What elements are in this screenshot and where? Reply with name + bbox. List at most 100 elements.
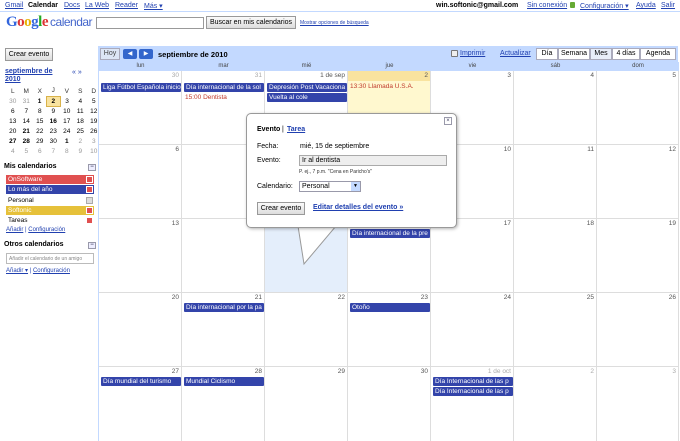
- event-chip[interactable]: Día internacional por la pa: [184, 303, 264, 312]
- calendar-options-icon[interactable]: [86, 176, 93, 183]
- nav-settings[interactable]: Configuración ▾: [580, 2, 629, 10]
- other-settings-link[interactable]: Configuración: [33, 268, 70, 274]
- mini-day[interactable]: 2: [74, 136, 88, 146]
- mini-day[interactable]: 5: [20, 146, 34, 156]
- mini-day[interactable]: 6: [6, 106, 20, 116]
- nav-help[interactable]: Ayuda: [636, 2, 656, 9]
- calendar-settings-link[interactable]: Configuración: [28, 227, 65, 233]
- event-chip[interactable]: Día internacional de la sol: [184, 83, 264, 92]
- mini-day[interactable]: 9: [47, 106, 61, 116]
- day-cell[interactable]: 11: [514, 145, 597, 218]
- day-number[interactable]: 5: [672, 72, 676, 79]
- mini-day[interactable]: 28: [20, 136, 34, 146]
- my-calendars-header[interactable]: Mis calendarios −: [4, 163, 96, 173]
- day-number[interactable]: 29: [338, 368, 345, 375]
- collapse-icon[interactable]: −: [88, 164, 96, 171]
- mini-day[interactable]: 31: [20, 96, 34, 106]
- day-number[interactable]: 28: [255, 368, 262, 375]
- day-cell[interactable]: 14: [182, 219, 265, 292]
- calendar-item-softonic[interactable]: Softonic: [6, 206, 94, 215]
- calendar-options-icon[interactable]: [86, 197, 93, 204]
- event-text[interactable]: 15:00 Dentista: [185, 94, 227, 101]
- close-icon[interactable]: ×: [444, 117, 452, 125]
- day-cell[interactable]: 2: [514, 367, 597, 441]
- add-other-link[interactable]: Añadir ▾: [6, 268, 28, 274]
- day-number[interactable]: 26: [669, 294, 676, 301]
- create-event-button[interactable]: Crear evento: [5, 48, 53, 61]
- mini-day[interactable]: 16: [47, 116, 61, 126]
- day-cell[interactable]: 25: [514, 293, 597, 366]
- calendar-select[interactable]: Personal ▼: [299, 181, 361, 192]
- mini-day[interactable]: 3: [60, 96, 74, 106]
- event-chip[interactable]: Día Internacional de las p: [433, 387, 513, 396]
- mini-day[interactable]: 18: [74, 116, 88, 126]
- add-calendar-link[interactable]: Añadir: [6, 227, 23, 233]
- day-cell[interactable]: 20: [99, 293, 182, 366]
- mini-day[interactable]: 29: [33, 136, 47, 146]
- mini-day[interactable]: 25: [74, 126, 88, 136]
- day-number[interactable]: 13: [172, 220, 179, 227]
- search-calendars-button[interactable]: Buscar en mis calendarios: [206, 16, 296, 29]
- tab-month[interactable]: Mes: [590, 48, 612, 60]
- mini-day[interactable]: 10: [60, 106, 74, 116]
- day-number[interactable]: 31: [255, 72, 262, 79]
- nav-offline[interactable]: Sin conexión: [527, 2, 567, 9]
- day-cell[interactable]: 6: [99, 145, 182, 218]
- day-number[interactable]: 18: [587, 220, 594, 227]
- day-number[interactable]: 2: [590, 368, 594, 375]
- event-chip[interactable]: Depresión Post Vacaciona: [267, 83, 347, 92]
- other-calendars-header[interactable]: Otros calendarios −: [4, 241, 96, 251]
- day-number[interactable]: 3: [672, 368, 676, 375]
- day-number[interactable]: 12: [669, 146, 676, 153]
- tab-day[interactable]: Día: [536, 48, 558, 60]
- day-number[interactable]: 24: [504, 294, 511, 301]
- nav-reader[interactable]: Reader: [115, 2, 138, 9]
- day-cell[interactable]: 5: [597, 71, 679, 144]
- day-cell[interactable]: 26: [597, 293, 679, 366]
- mini-day[interactable]: 21: [20, 126, 34, 136]
- day-number[interactable]: 10: [504, 146, 511, 153]
- print-icon[interactable]: [451, 50, 458, 57]
- tab-4days[interactable]: 4 días: [612, 48, 640, 60]
- day-number[interactable]: 6: [175, 146, 179, 153]
- calendar-options-icon[interactable]: [86, 207, 93, 214]
- tab-agenda[interactable]: Agenda: [640, 48, 676, 60]
- event-chip[interactable]: Liga Fútbol Española inicio: [101, 83, 181, 92]
- day-number[interactable]: 30: [172, 72, 179, 79]
- mini-day[interactable]: 27: [6, 136, 20, 146]
- edit-event-details-link[interactable]: Editar detalles del evento »: [313, 204, 403, 211]
- event-chip[interactable]: Día Internacional de las p: [433, 377, 513, 386]
- day-number[interactable]: 1 de sep: [320, 72, 345, 79]
- mini-day[interactable]: 23: [47, 126, 61, 136]
- day-number[interactable]: 25: [587, 294, 594, 301]
- day-number[interactable]: 21: [255, 294, 262, 301]
- day-number[interactable]: 22: [338, 294, 345, 301]
- bubble-create-event-button[interactable]: Crear evento: [257, 202, 305, 215]
- calendar-options-icon[interactable]: [86, 186, 93, 193]
- calendar-item-lo-mas-del-ano[interactable]: Lo más del año: [6, 185, 94, 194]
- mini-day[interactable]: 8: [33, 106, 47, 116]
- day-number[interactable]: 11: [587, 146, 594, 153]
- mini-day[interactable]: 4: [6, 146, 20, 156]
- mini-day[interactable]: 9: [74, 146, 88, 156]
- mini-day[interactable]: 8: [60, 146, 74, 156]
- mini-day[interactable]: 30: [6, 96, 20, 106]
- day-cell[interactable]: 13: [99, 219, 182, 292]
- day-number[interactable]: 30: [421, 368, 428, 375]
- event-chip[interactable]: Día mundial del turismo: [101, 377, 181, 386]
- day-number[interactable]: 3: [507, 72, 511, 79]
- day-number[interactable]: 17: [504, 220, 511, 227]
- mini-day[interactable]: 13: [6, 116, 20, 126]
- tab-event[interactable]: Evento: [257, 126, 280, 133]
- nav-gmail[interactable]: Gmail: [5, 2, 23, 9]
- event-chip[interactable]: Día internacional de la pre: [350, 229, 430, 238]
- event-chip[interactable]: Mundial Ciclismo: [184, 377, 264, 386]
- mini-day[interactable]: 11: [74, 106, 88, 116]
- mini-day[interactable]: 24: [60, 126, 74, 136]
- mini-day-today[interactable]: 2: [46, 95, 61, 107]
- search-options-link[interactable]: Mostrar opciones de búsqueda: [300, 20, 369, 26]
- day-cell[interactable]: 24: [431, 293, 514, 366]
- mini-day[interactable]: 20: [6, 126, 20, 136]
- nav-web[interactable]: La Web: [85, 2, 109, 9]
- day-cell[interactable]: 18: [514, 219, 597, 292]
